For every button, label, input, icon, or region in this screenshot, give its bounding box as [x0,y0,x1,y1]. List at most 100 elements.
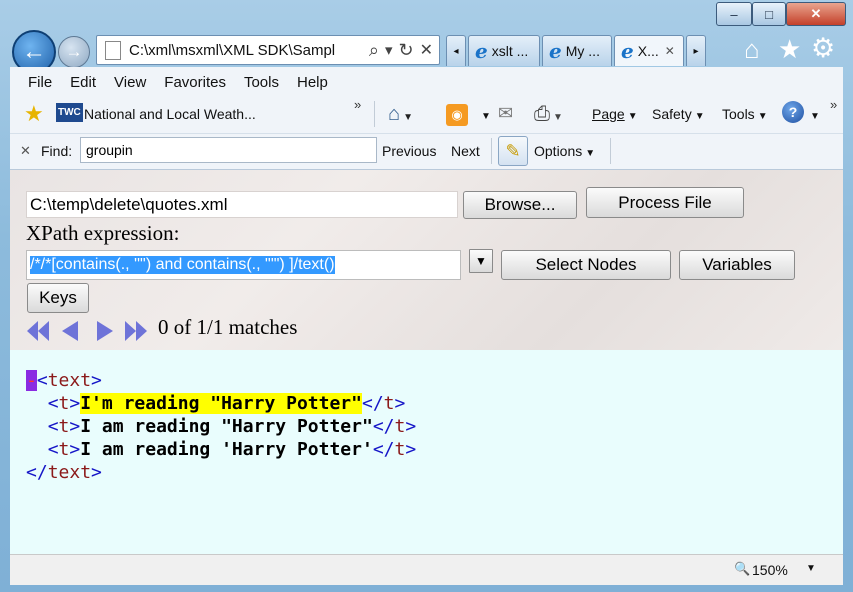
xml-root-open: -<text> [26,370,102,391]
menu-view[interactable]: View [114,74,146,91]
menu-help[interactable]: Help [297,74,328,91]
search-icon[interactable]: ⌕ [369,40,379,61]
xpath-form: C:\temp\delete\quotes.xml Browse... Proc… [10,170,843,350]
xml-node-line: <t>I am reading "Harry Potter"</t> [47,416,417,437]
favorites-overflow-chevron[interactable]: » [354,97,361,112]
chevron-down-icon[interactable]: ▼ [481,111,491,122]
gear-icon[interactable]: ⚙ [811,33,835,64]
xml-tag-name: text [47,462,92,483]
variables-button[interactable]: Variables [679,250,795,280]
close-find-icon[interactable]: ✕ [20,143,31,159]
next-match-icon[interactable] [93,320,117,342]
first-match-icon[interactable] [26,320,50,342]
process-file-button[interactable]: Process File [586,187,744,218]
tools-menu-label: Tools [722,106,755,122]
keys-button[interactable]: Keys [27,283,89,313]
select-nodes-button[interactable]: Select Nodes [501,250,671,280]
print-icon[interactable]: ⎙ ▼ [534,103,563,126]
command-overflow-chevron[interactable]: » [830,97,837,112]
chevron-down-icon: ▼ [475,254,487,268]
menu-edit[interactable]: Edit [70,74,96,91]
stop-icon[interactable]: ✕ [420,40,433,60]
favorites-star-icon[interactable]: ★ [778,34,801,65]
xpath-input-selected-text: /*/*[contains(., '"') and contains(., "'… [30,256,335,274]
divider [610,138,611,164]
status-bar: 🔍 150% ▼ [10,554,843,585]
tab-xslt[interactable]: e xslt ... [468,35,540,66]
xml-text-node-highlighted[interactable]: I'm reading "Harry Potter" [80,393,362,414]
xml-text-node[interactable]: I am reading "Harry Potter" [80,416,373,437]
address-bar[interactable]: C:\xml\msxml\XML SDK\Sampl ⌕ ▾ ↻ ✕ [96,35,440,65]
page-menu-button[interactable]: Page ▼ [592,106,638,122]
xml-root-close: </text> [26,462,102,483]
tab-scroll-right-button[interactable]: ▸ [686,35,706,66]
collapse-marker[interactable]: - [26,370,37,391]
rss-feed-icon[interactable]: ◉ [446,104,468,126]
favorite-link-weather[interactable]: National and Local Weath... [84,106,256,122]
xml-tag-name: t [394,439,406,460]
xml-tag-name: t [58,416,70,437]
browse-button[interactable]: Browse... [463,191,577,219]
tab-my[interactable]: e My ... [542,35,612,66]
menu-tools[interactable]: Tools [244,74,279,91]
tab-label: My ... [565,43,600,59]
find-next-button[interactable]: Next [451,143,480,159]
arrow-right-icon: → [65,42,83,61]
tab-label: X... [637,43,659,59]
tab-scroll-left-button[interactable]: ◂ [446,35,466,66]
minimize-button[interactable]: – [716,2,752,26]
safety-menu-label: Safety [652,106,692,122]
address-url[interactable]: C:\xml\msxml\XML SDK\Sampl [129,42,366,59]
browser-window: – □ ✕ ← → C:\xml\msxml\XML SDK\Sampl ⌕ ▾… [0,0,853,592]
xml-tag-name: t [58,439,70,460]
ie-icon: e [549,39,562,63]
ie-icon: e [621,39,634,63]
match-count: 0 of 1/1 matches [158,315,298,339]
file-path-input[interactable]: C:\temp\delete\quotes.xml [26,191,458,218]
favorites-star-add-icon[interactable]: ★ [24,101,44,127]
chevron-down-icon[interactable]: ▼ [810,111,820,122]
last-match-icon[interactable] [124,320,148,342]
mail-icon[interactable]: ✉ [498,103,513,124]
find-input[interactable]: groupin [80,137,377,163]
xpath-input[interactable]: /*/*[contains(., '"') and contains(., "'… [26,250,461,280]
refresh-icon[interactable]: ↻ [399,40,414,61]
xml-tag-name: t [383,393,395,414]
chevron-right-icon: ▸ [693,45,699,57]
find-label: Find: [41,143,73,159]
xml-node-line: <t>I'm reading "Harry Potter"</t> [47,393,406,414]
maximize-button[interactable]: □ [752,2,786,26]
find-previous-button[interactable]: Previous [382,143,436,159]
xml-text-node[interactable]: I am reading 'Harry Potter' [80,439,373,460]
tab-label: xslt ... [491,43,529,59]
chevron-left-icon: ◂ [453,45,459,57]
find-options-label: Options [534,143,583,159]
previous-match-icon[interactable] [58,320,82,342]
xml-result-view: -<text> <t>I'm reading "Harry Potter"</t… [10,350,843,554]
tools-menu-button[interactable]: Tools ▼ [722,106,768,122]
xml-tag-name: t [394,416,406,437]
help-icon[interactable]: ? [782,101,804,123]
twc-logo: TWC [56,103,83,122]
zoom-dropdown-icon[interactable]: ▼ [806,563,816,574]
home-command-icon[interactable]: ⌂ ▼ [388,103,413,126]
close-tab-icon[interactable]: ✕ [665,44,675,58]
page-content: C:\temp\delete\quotes.xml Browse... Proc… [10,170,843,554]
ie-icon: e [475,39,488,63]
forward-button[interactable]: → [58,36,90,68]
tab-active-x[interactable]: e X... ✕ [614,35,684,66]
safety-menu-button[interactable]: Safety ▼ [652,106,705,122]
close-window-button[interactable]: ✕ [786,2,846,26]
chevron-down-icon[interactable]: ▾ [385,41,393,59]
zoom-level[interactable]: 150% [752,562,788,578]
find-options-button[interactable]: Options ▼ [534,143,595,159]
page-icon [105,40,121,60]
highlight-pen-button[interactable]: ✎ [498,136,528,166]
menu-file[interactable]: File [28,74,52,91]
find-bar: ✕ Find: groupin Previous Next ✎ Options ▼ [10,133,843,170]
home-icon[interactable]: ⌂ [744,34,760,65]
xpath-history-dropdown[interactable]: ▼ [469,249,493,273]
divider [491,138,492,164]
page-menu-label: Page [592,106,625,122]
menu-favorites[interactable]: Favorites [164,74,226,91]
